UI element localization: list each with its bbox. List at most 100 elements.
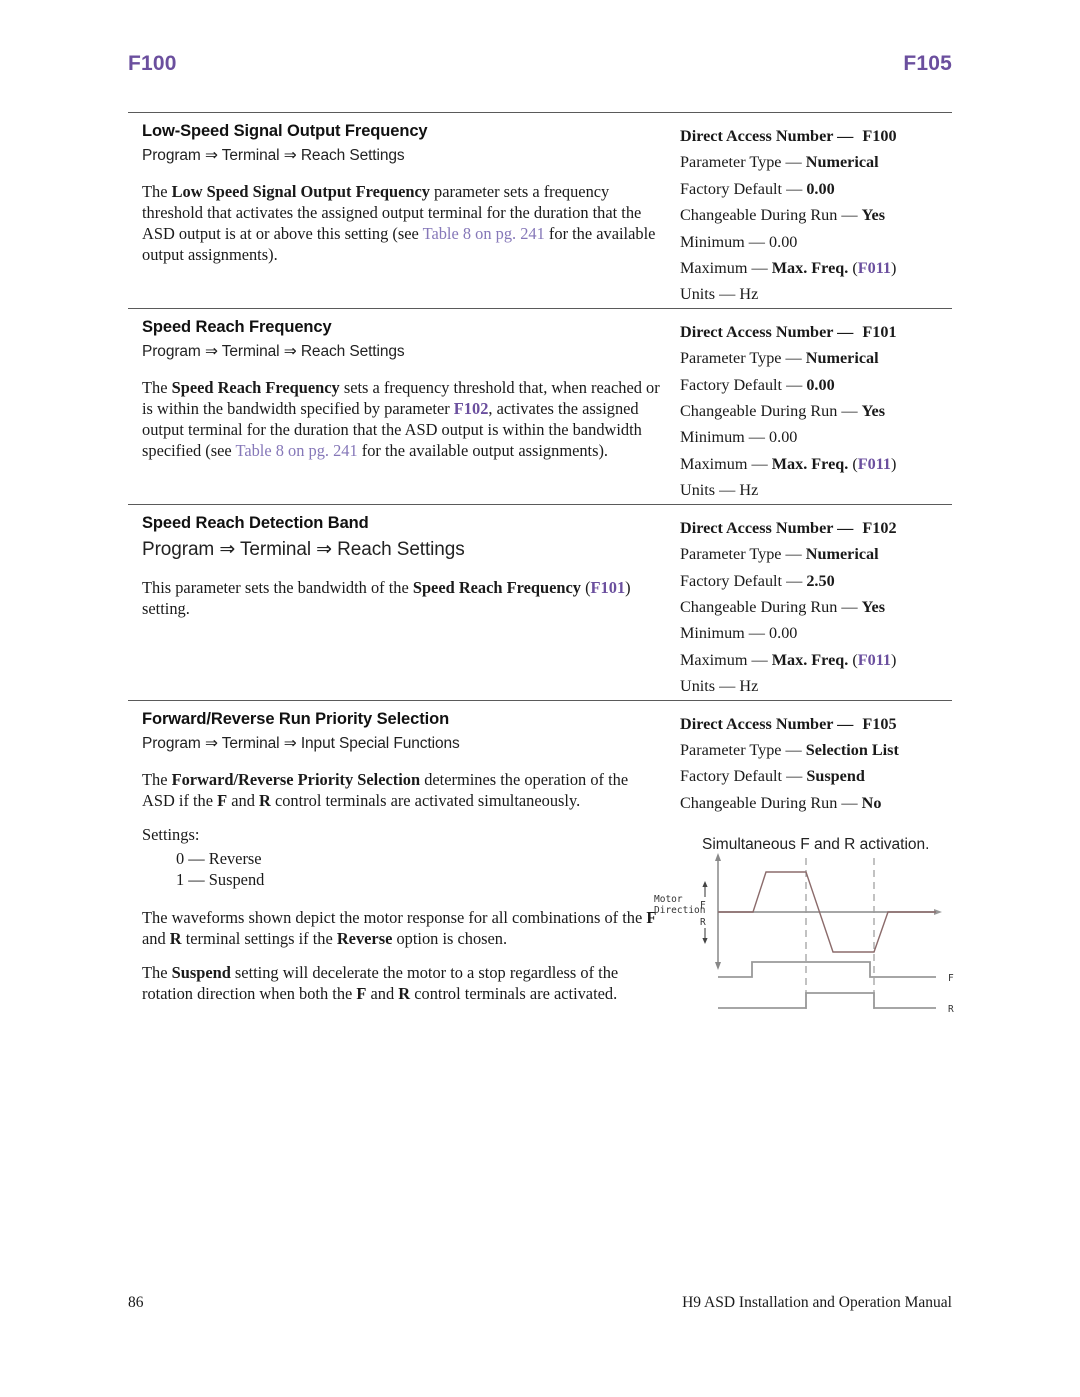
- section-paragraph-waveforms: The waveforms shown depict the motor res…: [142, 907, 663, 949]
- text-run: and: [142, 928, 170, 948]
- spec-factory-default: Factory Default — 0.00: [680, 179, 835, 198]
- text-run: F101: [590, 577, 626, 597]
- spec-direct-access-value: F101: [862, 322, 897, 341]
- spec-parameter-type-value: Selection List: [805, 740, 899, 759]
- text-run: Speed Reach Frequency: [171, 377, 340, 397]
- section-description-f101: Speed Reach Frequency Program ⇒ Terminal…: [128, 309, 663, 462]
- section-description-f102: Speed Reach Detection Band Program ⇒ Ter…: [128, 505, 663, 619]
- breadcrumb: Program ⇒ Terminal ⇒ Reach Settings: [142, 147, 405, 164]
- spec-parameter-type: Parameter Type — Numerical: [680, 153, 879, 172]
- r-terminal-trace: [718, 992, 936, 1009]
- text-run: The waveforms shown depict the motor res…: [142, 907, 647, 927]
- spec-parameter-type: Parameter Type — Numerical: [680, 545, 879, 564]
- running-head-right: F105: [903, 52, 952, 75]
- spec-factory-default-value: 0.00: [806, 375, 835, 394]
- breadcrumb: Program ⇒ Terminal ⇒ Reach Settings: [142, 538, 465, 560]
- text-run: F: [217, 790, 228, 810]
- spec-changeable-value: Yes: [861, 206, 886, 225]
- text-run: R: [259, 790, 271, 810]
- spec-factory-default: Factory Default — 2.50: [680, 571, 835, 590]
- spec-list-f100: Direct Access Number — F100 Parameter Typ…: [663, 113, 952, 308]
- manual-title: H9 ASD Installation and Operation Manual: [682, 1294, 952, 1311]
- spec-maximum-ref: F011: [857, 454, 892, 473]
- spec-units-value: Hz: [739, 481, 759, 500]
- text-run: R: [169, 928, 182, 948]
- spec-list-f102: Direct Access Number — F102 Parameter Typ…: [663, 505, 952, 700]
- spec-minimum: Minimum — 0.00: [680, 232, 798, 251]
- section-paragraph: The Speed Reach Frequency sets a frequen…: [142, 377, 663, 462]
- text-run: Speed Reach Frequency: [412, 577, 581, 597]
- page-title: Forward/Reverse Run Priority Selection: [142, 709, 450, 728]
- text-run: This parameter sets the bandwidth of the: [142, 577, 413, 597]
- page-title: Speed Reach Detection Band: [142, 513, 369, 532]
- settings-label: Settings:: [142, 824, 200, 844]
- parameter-section-f100: Low-Speed Signal Output Frequency Progra…: [128, 112, 952, 308]
- spec-direct-access-value: F102: [862, 518, 897, 537]
- text-run: The: [142, 182, 172, 201]
- spec-minimum-value: 0.00: [769, 428, 798, 447]
- spec-parameter-type: Parameter Type — Selection List: [680, 740, 899, 759]
- page-title: Low-Speed Signal Output Frequency: [142, 122, 428, 140]
- waveform-diagram: Motor Direction F R F R: [648, 840, 978, 1025]
- text-run: F: [356, 983, 367, 1003]
- spec-list-f105: Direct Access Number — F105 Parameter Typ…: [663, 701, 952, 855]
- spec-factory-default-value: 2.50: [806, 571, 835, 590]
- reverse-mark-label: R: [700, 917, 706, 928]
- vertical-axis-arrow-bottom: [715, 962, 721, 970]
- page-title: Speed Reach Frequency: [142, 317, 332, 336]
- text-run: R: [398, 983, 411, 1003]
- spec-units-value: Hz: [739, 285, 759, 304]
- breadcrumb: Program ⇒ Terminal ⇒ Input Special Funct…: [142, 734, 460, 752]
- cross-reference-link[interactable]: Table 8 on pg. 241: [423, 224, 545, 243]
- settings-option-list: 0 — Reverse 1 — Suspend: [142, 848, 663, 891]
- list-item: 0 — Reverse: [176, 848, 262, 868]
- running-head-left: F100: [128, 52, 177, 75]
- spec-direct-access: Direct Access Number — F100: [680, 127, 897, 145]
- spec-maximum-ref: F011: [857, 650, 892, 669]
- text-run: The: [142, 962, 172, 982]
- running-head: F100 F105: [128, 52, 952, 76]
- spec-units-value: Hz: [739, 677, 759, 696]
- spec-maximum: Maximum — Max. Freq. (F011): [680, 259, 897, 278]
- text-run: Reverse: [336, 928, 393, 948]
- text-run: The: [142, 769, 172, 789]
- forward-arrow-head: [702, 881, 708, 887]
- text-run: (: [580, 577, 591, 597]
- section-paragraph: The Forward/Reverse Priority Selection d…: [142, 769, 663, 811]
- text-run: control terminals are activated.: [410, 983, 618, 1003]
- section-paragraph: This parameter sets the bandwidth of the…: [142, 577, 663, 619]
- spec-units: Units — Hz: [680, 481, 759, 500]
- text-run: Forward/Reverse Priority Selection: [171, 769, 421, 789]
- spec-factory-default: Factory Default — 0.00: [680, 375, 835, 394]
- spec-direct-access-value: F105: [862, 714, 897, 733]
- spec-units: Units — Hz: [680, 677, 759, 696]
- section-paragraph: The Low Speed Signal Output Frequency pa…: [142, 181, 663, 266]
- spec-factory-default: Factory Default — Suspend: [680, 767, 865, 786]
- vertical-axis-arrow: [715, 853, 721, 861]
- spec-minimum: Minimum — 0.00: [680, 624, 798, 643]
- spec-maximum-ref: F011: [857, 259, 892, 278]
- text-run: for the available output assignments).: [357, 441, 609, 461]
- spec-parameter-type-value: Numerical: [805, 545, 879, 564]
- text-run: The: [142, 377, 172, 397]
- spec-parameter-type-value: Numerical: [805, 349, 879, 368]
- spec-parameter-type-value: Numerical: [805, 153, 879, 172]
- breadcrumb: Program ⇒ Terminal ⇒ Reach Settings: [142, 342, 405, 360]
- spec-units: Units — Hz: [680, 285, 759, 304]
- text-run: option is chosen.: [392, 928, 508, 948]
- r-trace-label: R: [948, 1004, 954, 1015]
- cross-reference-link[interactable]: Table 8 on pg. 241: [235, 441, 357, 460]
- motor-direction-label-line2: Direction: [654, 905, 705, 916]
- spec-maximum-value: Max. Freq.: [771, 454, 849, 473]
- spec-direct-access-value: F100: [862, 127, 897, 145]
- text-run: Low Speed Signal Output Frequency: [171, 182, 430, 201]
- spec-minimum-value: 0.00: [769, 232, 798, 251]
- spec-maximum: Maximum — Max. Freq. (F011): [680, 454, 897, 473]
- section-description-f100: Low-Speed Signal Output Frequency Progra…: [128, 113, 663, 266]
- spec-direct-access: Direct Access Number — F105: [680, 714, 897, 733]
- spec-minimum: Minimum — 0.00: [680, 428, 798, 447]
- f-trace-label: F: [948, 973, 954, 984]
- text-run: and: [366, 983, 399, 1003]
- spec-direct-access: Direct Access Number — F101: [680, 322, 897, 341]
- spec-factory-default-value: Suspend: [806, 767, 865, 786]
